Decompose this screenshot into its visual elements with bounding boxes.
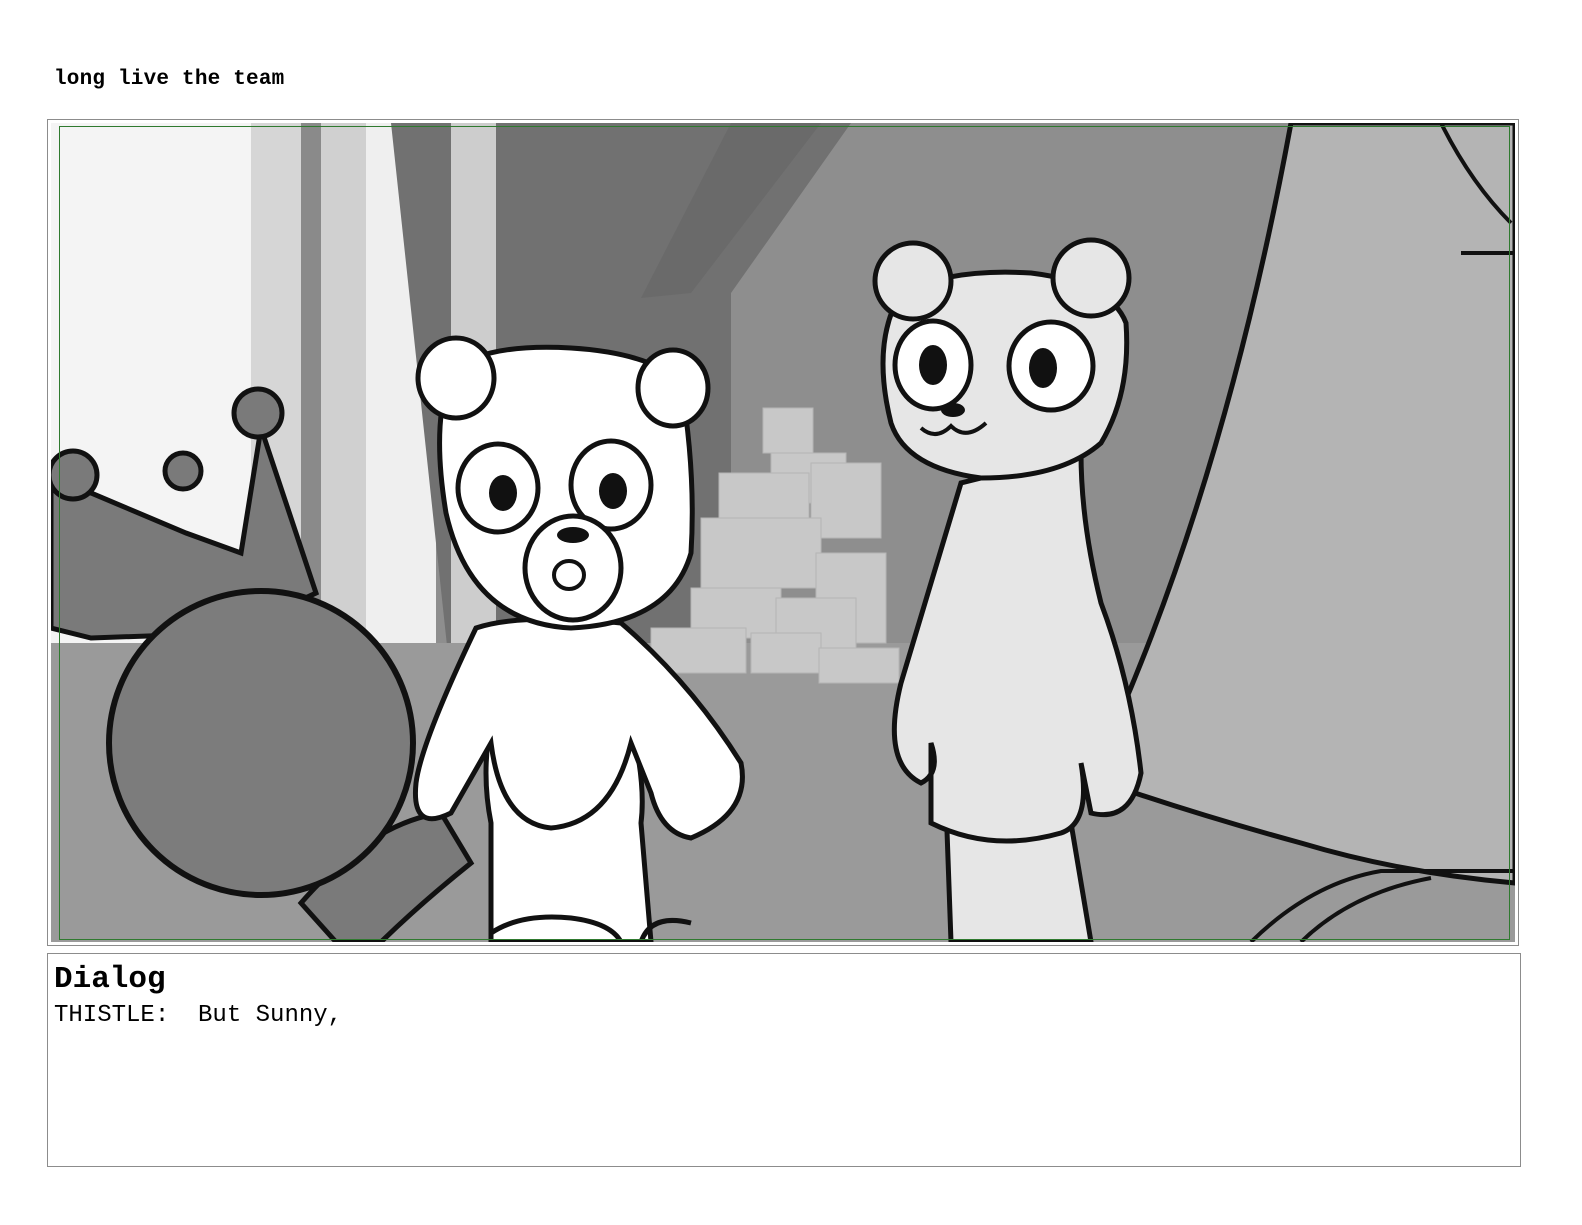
crown-ball-3 [231,386,285,440]
bear-center-eye-left [489,475,517,511]
dialog-box: Dialog THISTLE: But Sunny, [47,953,1521,1167]
bear-right-eye-left [919,345,947,385]
bear-center-nose [557,527,589,543]
crown-ball-2 [162,450,204,492]
document-title: long live the team [54,68,285,91]
dialog-heading: Dialog [54,962,166,997]
dialog-line: THISTLE: But Sunny, [54,1002,343,1029]
bear-right-eye-right [1029,348,1057,388]
crown-ball-1 [51,448,100,502]
bear-center-eye-right [599,473,627,509]
crown-character-head [106,588,416,898]
bear-right-nose [941,403,965,417]
storyboard-sketch-image [51,123,1515,942]
pillar-3 [321,123,366,643]
bear-center-mouth [552,559,586,591]
storyboard-panel-image [51,123,1515,942]
